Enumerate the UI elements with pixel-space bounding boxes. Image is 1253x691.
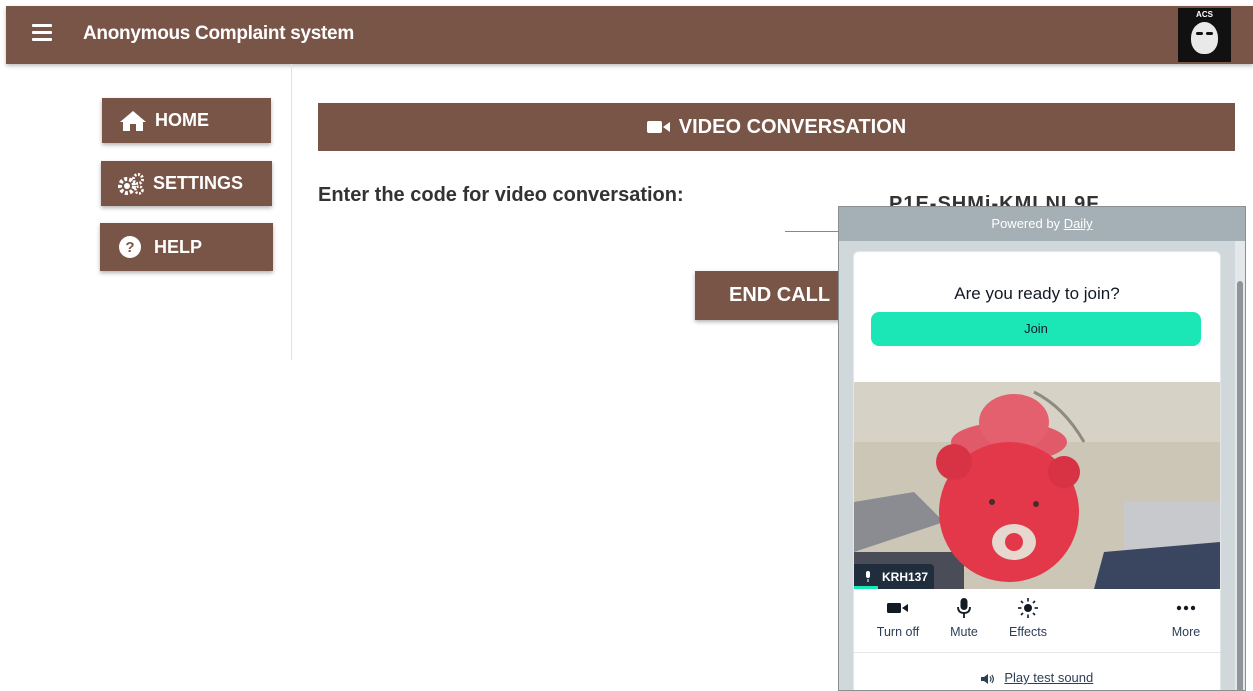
join-button[interactable]: Join bbox=[871, 312, 1201, 346]
scrollbar-thumb[interactable] bbox=[1237, 281, 1243, 690]
gears-icon bbox=[118, 172, 144, 195]
turn-off-camera-button[interactable]: Turn off bbox=[868, 597, 928, 639]
sidebar-divider bbox=[291, 64, 292, 360]
camera-preview-image bbox=[854, 382, 1220, 589]
sidebar-item-label: HELP bbox=[154, 236, 203, 257]
test-sound-row: Play test sound bbox=[854, 670, 1220, 685]
media-controls: Turn off Mute Effects More bbox=[854, 597, 1220, 652]
prejoin-card: Are you ready to join? Join KRH137 Turn … bbox=[853, 251, 1221, 690]
app-title: Anonymous Complaint system bbox=[83, 23, 354, 44]
card-divider bbox=[854, 652, 1220, 653]
sidebar-item-settings[interactable]: SETTINGS bbox=[101, 161, 272, 206]
more-button[interactable]: More bbox=[1156, 597, 1216, 639]
sidebar-item-help[interactable]: ? HELP bbox=[100, 223, 273, 271]
turn-off-label: Turn off bbox=[876, 625, 920, 639]
daily-prejoin-frame: Powered by Daily Are you ready to join? … bbox=[838, 206, 1246, 691]
home-icon bbox=[120, 110, 146, 131]
code-prompt-label: Enter the code for video conversation: bbox=[318, 184, 684, 206]
section-title-bar: VIDEO CONVERSATION bbox=[318, 103, 1235, 151]
more-icon bbox=[1176, 605, 1196, 611]
powered-by-text: Powered by bbox=[991, 216, 1061, 231]
powered-by-bar: Powered by Daily bbox=[839, 207, 1245, 241]
app-header: Anonymous Complaint system ACS bbox=[6, 6, 1253, 64]
play-test-sound-link[interactable]: Play test sound bbox=[1004, 670, 1093, 685]
audio-level-bar bbox=[854, 586, 878, 589]
speaker-icon bbox=[980, 673, 994, 684]
effects-label: Effects bbox=[1009, 625, 1047, 639]
effects-button[interactable]: Effects bbox=[998, 597, 1058, 639]
effects-icon bbox=[1018, 598, 1038, 618]
end-call-button[interactable]: END CALL bbox=[695, 271, 845, 320]
sidebar-item-label: HOME bbox=[155, 110, 209, 130]
daily-link[interactable]: Daily bbox=[1064, 216, 1093, 231]
section-title: VIDEO CONVERSATION bbox=[678, 115, 907, 138]
mute-button[interactable]: Mute bbox=[934, 597, 994, 639]
question-circle-icon: ? bbox=[119, 236, 141, 258]
mask-icon bbox=[1191, 22, 1218, 54]
more-label: More bbox=[1171, 625, 1201, 639]
camera-icon bbox=[887, 603, 908, 613]
svg-text:?: ? bbox=[125, 239, 134, 256]
video-camera-icon bbox=[646, 121, 670, 133]
sidebar-item-label: SETTINGS bbox=[153, 173, 244, 193]
hamburger-menu-icon[interactable] bbox=[32, 24, 52, 44]
scrollbar[interactable] bbox=[1235, 241, 1245, 690]
mute-label: Mute bbox=[950, 625, 978, 639]
microphone-icon bbox=[866, 571, 870, 582]
code-input-underline bbox=[785, 231, 845, 232]
video-preview: KRH137 bbox=[854, 382, 1220, 589]
sidebar-item-home[interactable]: HOME bbox=[102, 98, 271, 143]
microphone-icon bbox=[957, 598, 971, 618]
logo-text: ACS bbox=[1196, 10, 1213, 19]
participant-name: KRH137 bbox=[882, 569, 929, 584]
acs-logo: ACS bbox=[1178, 8, 1231, 62]
ready-heading: Are you ready to join? bbox=[954, 284, 1120, 303]
